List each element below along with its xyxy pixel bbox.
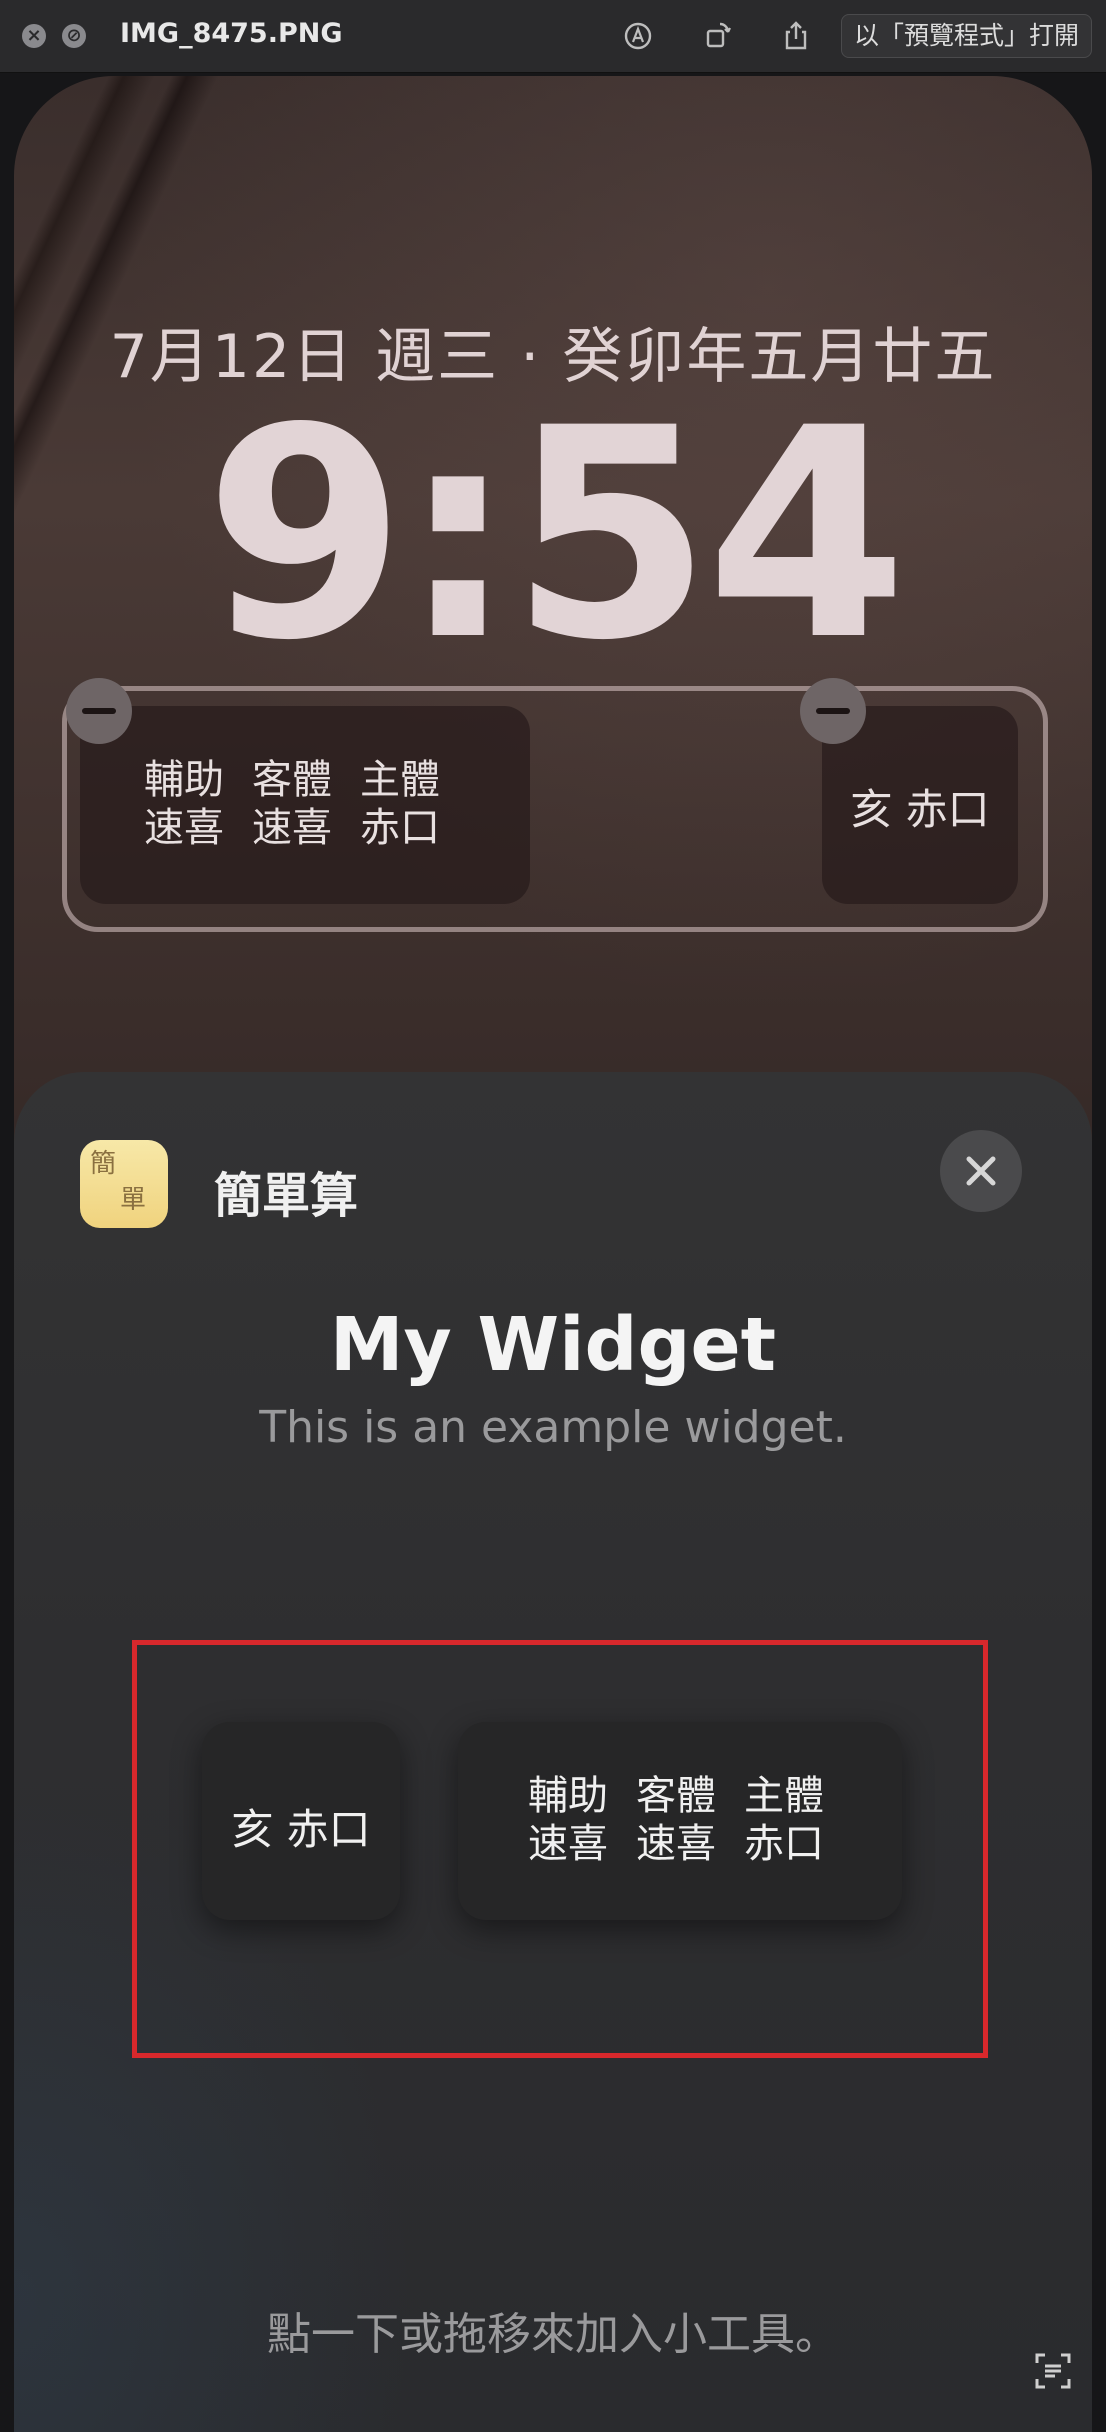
close-icon [966,1156,996,1186]
remove-widget-minus-icon[interactable] [66,678,132,744]
widget-cell: 客體 [636,1773,716,1819]
widget-cell: 主體 [360,757,440,803]
window-title: IMG_8475.PNG [120,18,343,49]
app-icon-glyph: 簡 [90,1149,117,1179]
widget-cell: 速喜 [144,805,224,851]
add-widget-hint: 點一下或拖移來加入小工具。 [267,2309,839,2360]
preview-window: × ⊘ IMG_8475.PNG 以「預覽程式」打開 7月12日 週三 · 癸卯… [0,0,1106,2432]
widget-preview-small[interactable]: 亥 赤口 [202,1722,400,1920]
widget-cell: 輔助 [144,757,224,803]
phone-screenshot: 7月12日 週三 · 癸卯年五月廿五 9:54 輔助 客體 主體 速喜 速喜 赤口 亥 … [14,76,1092,2432]
widget-cell: 速喜 [252,805,332,851]
fullscreen-icon[interactable]: ⊘ [62,24,86,48]
app-icon: 簡 單 [80,1140,168,1228]
live-text-icon[interactable] [1034,2352,1072,2390]
widget-preview-rectangular[interactable]: 輔助 客體 主體 速喜 速喜 赤口 [458,1722,902,1920]
rotate-icon[interactable] [702,20,734,52]
widget-description: This is an example widget. [259,1402,847,1453]
widget-gallery-sheet: 簡 單 簡單算 My Widget This is an example wid… [14,1072,1092,2432]
widget-cell: 輔助 [528,1773,608,1819]
widget-text: 亥 赤口 [850,785,990,834]
remove-widget-minus-icon[interactable] [800,678,866,744]
app-icon-glyph: 單 [120,1185,147,1215]
title-bar: × ⊘ IMG_8475.PNG 以「預覽程式」打開 [0,0,1106,73]
open-with-preview-button[interactable]: 以「預覽程式」打開 [840,14,1092,58]
close-sheet-button[interactable] [940,1130,1022,1212]
widget-cell: 速喜 [636,1821,716,1867]
share-icon[interactable] [780,20,812,52]
lock-time: 9:54 [204,367,907,704]
widget-title: My Widget [329,1302,777,1388]
markup-icon[interactable] [622,20,654,52]
lock-widget-rectangular[interactable]: 輔助 客體 主體 速喜 速喜 赤口 [80,706,530,904]
widget-cell: 客體 [252,757,332,803]
widget-text: 亥 赤口 [231,1805,371,1854]
widget-cell: 赤口 [744,1821,824,1867]
widget-cell: 赤口 [360,805,440,851]
widget-cell: 主體 [744,1773,824,1819]
widget-grid: 輔助 客體 主體 速喜 速喜 赤口 [144,756,468,852]
close-window-icon[interactable]: × [22,24,46,48]
widget-grid: 輔助 客體 主體 速喜 速喜 赤口 [528,1772,852,1868]
app-name: 簡單算 [214,1168,359,1224]
widget-cell: 速喜 [528,1821,608,1867]
